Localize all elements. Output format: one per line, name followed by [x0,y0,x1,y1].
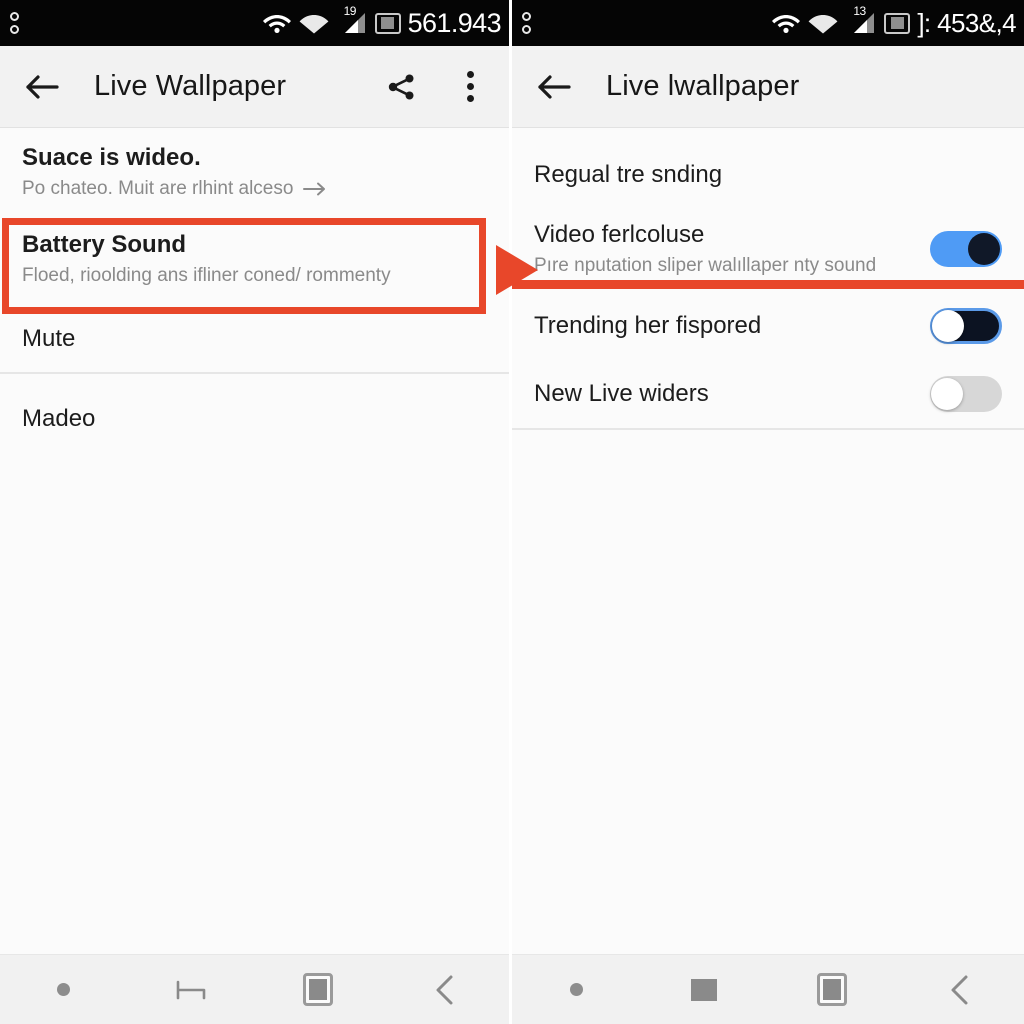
arrow-right-icon [303,182,326,196]
list-item-subtitle-wrap: Pıre nputation sliper walıllaper nty sou… [534,255,912,277]
right-navigation-bar [512,954,1024,1024]
list-item-subtitle: Floed, rioolding ans ifliner coned/ romm… [22,265,391,287]
circle-icon[interactable] [0,955,127,1024]
list-item-new-live[interactable]: New Live widers [512,360,1024,428]
square-icon[interactable] [640,955,768,1024]
list-item-title: Trending her fispored [534,312,762,340]
signal-bars-icon: 19 [336,4,368,35]
list-item-subtitle-wrap: Po chateo. Muit are rlhint alceso [22,178,487,200]
list-item-madeo[interactable]: Madeo [0,386,509,452]
right-triangle-pointer-icon [496,245,538,295]
wifi-icon [262,15,291,33]
list-item-title: Madeo [22,404,96,432]
status-bar-text: 561.943 [407,7,502,38]
toggle-switch-new-live[interactable] [930,376,1002,412]
wifi-filled-icon [299,15,328,34]
list-item-subtitle: Pıre nputation sliper walıllaper nty sou… [534,255,877,277]
wifi-icon [772,15,801,33]
list-item-title: Mute [22,325,76,353]
left-settings-list: Suace is wideo. Po chateo. Muit are rlhi… [0,128,509,452]
recents-icon[interactable] [255,955,382,1024]
chevron-left-icon[interactable] [896,955,1024,1024]
share-icon[interactable] [385,70,419,104]
left-phone-screen: 19 561.943 Live Wallpaper Suace is wideo… [0,0,512,1024]
circle-icon[interactable] [512,955,640,1024]
list-item[interactable]: Suace is wideo. Po chateo. Muit are rlhi… [0,128,509,212]
page-title: Live lwallpaper [606,70,800,102]
two-rings-icon [10,12,19,34]
left-navigation-bar [0,954,509,1024]
page-title: Live Wallpaper [94,70,287,102]
left-app-bar: Live Wallpaper [0,46,509,128]
list-item-title: New Live widers [534,380,709,408]
status-bar-text: ]: 453&,4 [917,7,1016,38]
chevron-left-icon[interactable] [382,955,509,1024]
left-status-bar: 19 561.943 [0,0,509,46]
more-vertical-icon[interactable] [453,70,487,104]
temperature-label: 13 [853,4,866,18]
right-app-bar: Live lwallpaper [512,46,1024,128]
list-item-subtitle: Po chateo. Muit are rlhint alceso [22,178,294,200]
section-header-label: Regual tre snding [534,161,723,189]
recents-icon[interactable] [768,955,896,1024]
right-status-bar: 13 ]: 453&,4 [512,0,1024,46]
list-divider [512,428,1024,430]
list-divider [0,372,509,374]
dual-screenshot-comparison: 19 561.943 Live Wallpaper Suace is wideo… [0,0,1024,1024]
bracket-icon[interactable] [127,955,254,1024]
two-rings-icon [522,12,531,34]
list-item-battery-sound[interactable]: Battery Sound Floed, rioolding ans iflin… [0,212,509,306]
toggle-switch-video-sound[interactable] [930,231,1002,267]
signal-bars-icon: 13 [845,4,877,35]
list-item-title: Suace is wideo. [22,143,201,171]
list-item-title: Video ferlcoluse [534,220,705,248]
battery-icon [374,12,401,34]
list-item-title: Battery Sound [22,230,187,258]
list-item-mute[interactable]: Mute [0,306,509,372]
red-underline-annotation [512,280,1024,289]
temperature-label: 19 [343,4,357,18]
right-phone-screen: 13 ]: 453&,4 Live lwallpaper Regual tre … [512,0,1024,1024]
wifi-filled-icon [808,15,838,34]
list-item-trending[interactable]: Trending her fispored [512,292,1024,360]
toggle-switch-trending[interactable] [930,308,1002,344]
list-item-subtitle-wrap: Floed, rioolding ans ifliner coned/ romm… [22,265,487,287]
back-arrow-icon[interactable] [22,67,62,107]
battery-icon [884,12,911,34]
back-arrow-icon[interactable] [534,67,574,107]
section-header: Regual tre snding [512,128,1024,206]
right-settings-list: Regual tre snding Video ferlcoluse Pıre … [512,128,1024,430]
